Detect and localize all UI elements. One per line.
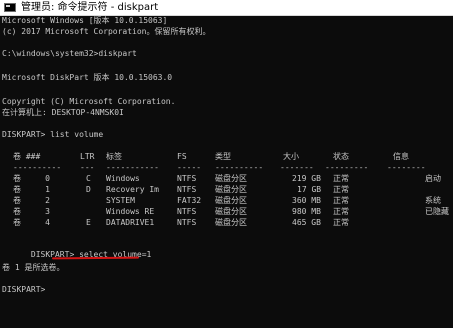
separator: -------- xyxy=(387,163,426,172)
cell-fs: NTFS xyxy=(177,207,197,216)
console-line: (c) 2017 Microsoft Corporation。保留所有权利。 xyxy=(2,27,211,36)
cell-volume: 卷 1 xyxy=(13,185,50,194)
title-bar[interactable]: 管理员: 命令提示符 - diskpart xyxy=(0,0,453,16)
cell-label: Windows RE xyxy=(106,207,155,216)
separator: --------- xyxy=(325,163,369,172)
cell-status: 正常 xyxy=(333,218,349,227)
header-size: 大小 xyxy=(283,152,299,161)
console-line: Microsoft DiskPart 版本 10.0.15063.0 xyxy=(2,73,173,82)
cell-volume: 卷 4 xyxy=(13,218,50,227)
header-volume: 卷 ### xyxy=(13,152,41,161)
cell-volume: 卷 3 xyxy=(13,207,50,216)
cell-type: 磁盘分区 xyxy=(215,174,247,183)
command-prompt-window: 管理员: 命令提示符 - diskpart Microsoft Windows … xyxy=(0,0,453,328)
cell-fs: FAT32 xyxy=(177,196,202,205)
cell-info: 已隐藏 xyxy=(425,207,449,216)
cell-label: DATADRIVE1 xyxy=(106,218,155,227)
command-line: DISKPART> select volume=1 xyxy=(2,240,151,259)
window-title: 管理员: 命令提示符 - diskpart xyxy=(21,2,159,13)
cell-type: 磁盘分区 xyxy=(215,185,247,194)
header-label: 标签 xyxy=(106,152,122,161)
separator: ------- xyxy=(280,163,314,172)
cell-status: 正常 xyxy=(333,174,349,183)
console-line: Microsoft Windows [版本 10.0.15063] xyxy=(2,16,168,25)
cell-size: 17 GB xyxy=(297,185,322,194)
result-line: 卷 1 是所选卷。 xyxy=(2,263,65,272)
cell-fs: NTFS xyxy=(177,185,197,194)
cell-label: Recovery Im xyxy=(106,185,159,194)
cell-size: 219 GB xyxy=(292,174,321,183)
separator: ---------- xyxy=(215,163,264,172)
separator: ----------- xyxy=(106,163,159,172)
cell-volume: 卷 2 xyxy=(13,196,50,205)
separator: ---------- xyxy=(13,163,62,172)
cell-ltr: C xyxy=(86,174,91,183)
console-line: C:\windows\system32>diskpart xyxy=(2,49,137,58)
cell-fs: NTFS xyxy=(177,218,197,227)
cell-fs: NTFS xyxy=(177,174,197,183)
console-line: 在计算机上: DESKTOP-4NMSK0I xyxy=(2,108,124,117)
header-ltr: LTR xyxy=(80,152,95,161)
cell-size: 980 MB xyxy=(292,207,321,216)
cell-ltr: D xyxy=(86,185,91,194)
console-line: DISKPART> list volume xyxy=(2,130,104,139)
header-info: 信息 xyxy=(393,152,409,161)
cell-size: 360 MB xyxy=(292,196,321,205)
console-icon xyxy=(4,3,16,12)
header-type: 类型 xyxy=(215,152,231,161)
header-status: 状态 xyxy=(333,152,349,161)
prompt-line[interactable]: DISKPART> xyxy=(2,285,45,295)
cell-volume: 卷 0 xyxy=(13,174,50,183)
cell-type: 磁盘分区 xyxy=(215,218,247,227)
cell-label: Windows xyxy=(106,174,140,183)
header-fs: FS xyxy=(177,152,187,161)
cell-ltr: E xyxy=(86,218,91,227)
cell-status: 正常 xyxy=(333,185,349,194)
cell-info: 系统 xyxy=(425,196,441,205)
cell-status: 正常 xyxy=(333,196,349,205)
cell-type: 磁盘分区 xyxy=(215,207,247,216)
cell-label: SYSTEM xyxy=(106,196,135,205)
console-line: Copyright (C) Microsoft Corporation. xyxy=(2,97,176,106)
separator: ----- xyxy=(177,163,202,172)
console-output[interactable]: Microsoft Windows [版本 10.0.15063] (c) 20… xyxy=(0,16,453,328)
cell-info: 启动 xyxy=(425,174,441,183)
separator: --- xyxy=(80,163,95,172)
cell-size: 465 GB xyxy=(292,218,321,227)
cell-type: 磁盘分区 xyxy=(215,196,247,205)
cell-status: 正常 xyxy=(333,207,349,216)
